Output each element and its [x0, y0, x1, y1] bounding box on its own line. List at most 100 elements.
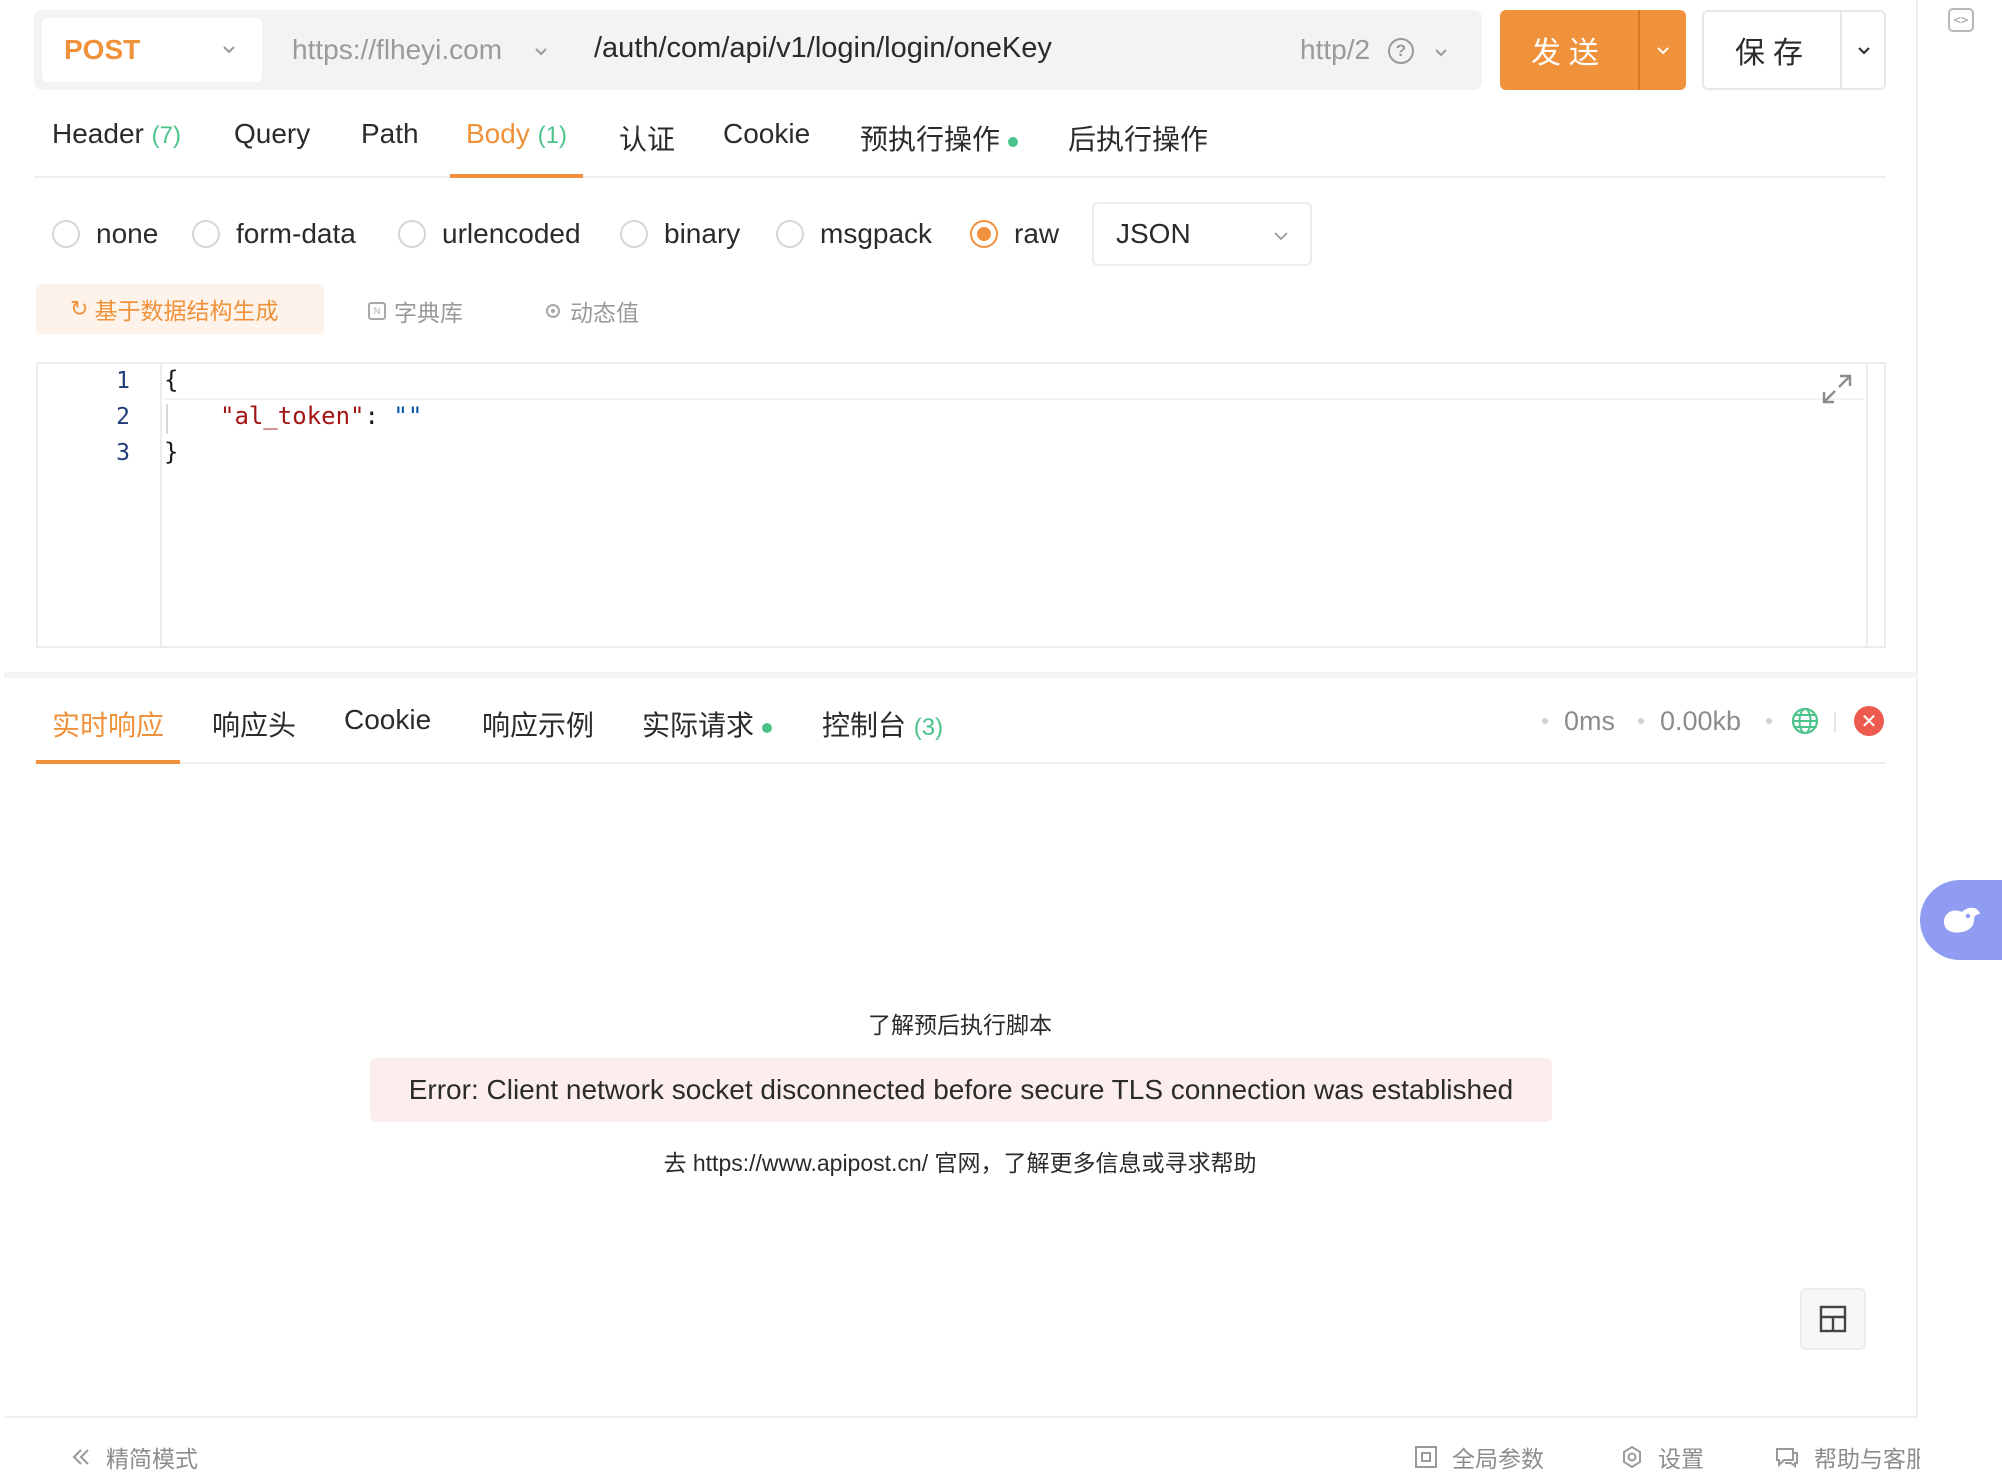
global-params-button[interactable]: 全局参数 — [1414, 1440, 1544, 1474]
chevron-down-icon — [1858, 47, 1870, 55]
learn-scripts-link[interactable]: 了解预后执行脚本 — [0, 1006, 1920, 1040]
tab-response-cookie[interactable]: Cookie — [344, 704, 431, 762]
send-options-button[interactable] — [1638, 10, 1686, 90]
tab-query[interactable]: Query — [234, 118, 310, 176]
tab-label: 控制台 — [822, 710, 907, 741]
assistant-float-button[interactable] — [1920, 880, 2002, 960]
tab-label: 后执行操作 — [1068, 124, 1209, 155]
tab-label: Body — [466, 118, 530, 149]
tab-count: (3) — [913, 714, 944, 741]
layout-icon — [1819, 1305, 1847, 1333]
code-view-icon[interactable]: <> — [1948, 8, 1974, 32]
help-support-button[interactable]: 帮助与客服 — [1774, 1440, 1929, 1474]
radio-form-data[interactable]: form-data — [192, 218, 356, 250]
generate-from-schema-button[interactable]: ↻ 基于数据结构生成 — [36, 284, 324, 334]
separator-dot — [1542, 718, 1548, 724]
layout-toggle-button[interactable] — [1800, 1288, 1866, 1350]
send-button[interactable]: 发送 — [1500, 10, 1686, 90]
radio-binary[interactable]: binary — [620, 218, 740, 250]
protocol-select[interactable]: http/2 — [1300, 34, 1370, 66]
radio-circle[interactable] — [52, 220, 80, 248]
line-number: 2 — [116, 404, 130, 430]
tab-auth[interactable]: 认证 — [619, 118, 675, 176]
method-select[interactable]: POST — [42, 18, 262, 82]
dynamic-value-button[interactable]: 动态值 — [542, 294, 639, 328]
globe-icon[interactable] — [1790, 706, 1820, 736]
radio-raw[interactable]: raw — [970, 218, 1059, 250]
double-chevron-left-icon — [70, 1446, 92, 1468]
tab-pre-script[interactable]: 预执行操作 — [860, 118, 1019, 176]
panel-divider[interactable] — [4, 672, 1918, 678]
radio-circle-selected[interactable] — [970, 220, 998, 248]
radio-none[interactable]: none — [52, 218, 158, 250]
tab-label: Header — [52, 118, 144, 149]
host-select[interactable]: https://flheyi.com — [292, 34, 502, 66]
radio-circle[interactable] — [398, 220, 426, 248]
separator-dot — [1766, 718, 1772, 724]
help-text[interactable]: 去 https://www.apipost.cn/ 官网，了解更多信息或寻求帮助 — [0, 1144, 1920, 1178]
dictionary-button[interactable]: N 字典库 — [368, 294, 463, 328]
radio-label: urlencoded — [442, 218, 581, 249]
chevron-down-icon — [1274, 232, 1288, 241]
settings-label: 设置 — [1658, 1446, 1704, 1472]
tab-console[interactable]: 控制台 (3) — [822, 704, 943, 762]
tab-cookie[interactable]: Cookie — [723, 118, 810, 176]
compact-mode-button[interactable]: 精简模式 — [70, 1440, 198, 1474]
radio-label: raw — [1014, 218, 1060, 249]
tab-label: Cookie — [344, 704, 432, 735]
raw-format-select[interactable]: JSON — [1092, 202, 1312, 266]
tab-body[interactable]: Body (1) — [450, 118, 583, 178]
radio-urlencoded[interactable]: urlencoded — [398, 218, 581, 250]
chevron-down-icon[interactable] — [532, 44, 550, 62]
save-button[interactable]: 保存 — [1702, 10, 1886, 90]
method-label: POST — [64, 34, 141, 65]
radio-circle[interactable] — [776, 220, 804, 248]
chat-icon — [1774, 1445, 1800, 1469]
code-line-3[interactable]: } — [164, 438, 178, 466]
error-status-icon[interactable]: ✕ — [1854, 706, 1884, 736]
status-footer: 精简模式 全局参数 设置 帮助与客服 — [4, 1416, 1929, 1484]
settings-button[interactable]: 设置 — [1620, 1440, 1704, 1474]
response-time: 0ms — [1564, 706, 1616, 736]
tab-post-script[interactable]: 后执行操作 — [1068, 118, 1208, 176]
dictionary-label: 字典库 — [394, 300, 463, 326]
indent-guide — [166, 404, 168, 434]
raw-format-label: JSON — [1116, 218, 1191, 249]
tab-response-headers[interactable]: 响应头 — [212, 704, 296, 762]
help-icon[interactable]: ? — [1388, 38, 1414, 64]
json-key: "al_token" — [220, 402, 365, 430]
request-tabs: Header (7) Query Path Body (1) 认证 Cookie… — [34, 110, 1886, 178]
tab-header[interactable]: Header (7) — [52, 118, 181, 176]
tab-path[interactable]: Path — [361, 118, 419, 176]
radio-circle[interactable] — [192, 220, 220, 248]
status-dot — [762, 722, 773, 733]
active-tab-indicator — [450, 174, 583, 178]
right-side-strip — [1920, 0, 2002, 1484]
radio-msgpack[interactable]: msgpack — [776, 218, 932, 250]
divider — [1834, 712, 1836, 732]
tab-actual-request[interactable]: 实际请求 — [642, 704, 773, 762]
chevron-down-icon[interactable] — [1432, 46, 1450, 64]
tab-realtime-response[interactable]: 实时响应 — [36, 704, 181, 764]
compact-mode-label: 精简模式 — [106, 1446, 198, 1472]
editor-scrollbar[interactable] — [1866, 364, 1868, 646]
tab-response-example[interactable]: 响应示例 — [482, 704, 594, 762]
radio-circle[interactable] — [620, 220, 648, 248]
code-line-2[interactable]: "al_token": "" — [220, 402, 422, 430]
line-gutter: 1 2 3 — [38, 364, 162, 646]
gear-icon — [1620, 1445, 1644, 1469]
chevron-down-icon — [223, 46, 235, 54]
line-number: 1 — [116, 368, 130, 394]
send-label: 发送 — [1531, 37, 1607, 70]
dynamic-value-label: 动态值 — [570, 300, 639, 326]
save-options-button[interactable] — [1840, 12, 1886, 88]
assistant-icon — [1944, 907, 1980, 933]
global-params-label: 全局参数 — [1452, 1446, 1544, 1472]
url-path-input[interactable]: /auth/com/api/v1/login/login/oneKey — [594, 32, 1052, 65]
tab-label: Query — [234, 118, 311, 149]
code-editor[interactable]: 1 2 3 { "al_token": "" } — [36, 362, 1886, 648]
tab-label: 实时响应 — [52, 710, 165, 741]
expand-icon[interactable] — [1820, 372, 1854, 406]
radio-label: binary — [664, 218, 741, 249]
code-line-1[interactable]: { — [164, 366, 178, 394]
